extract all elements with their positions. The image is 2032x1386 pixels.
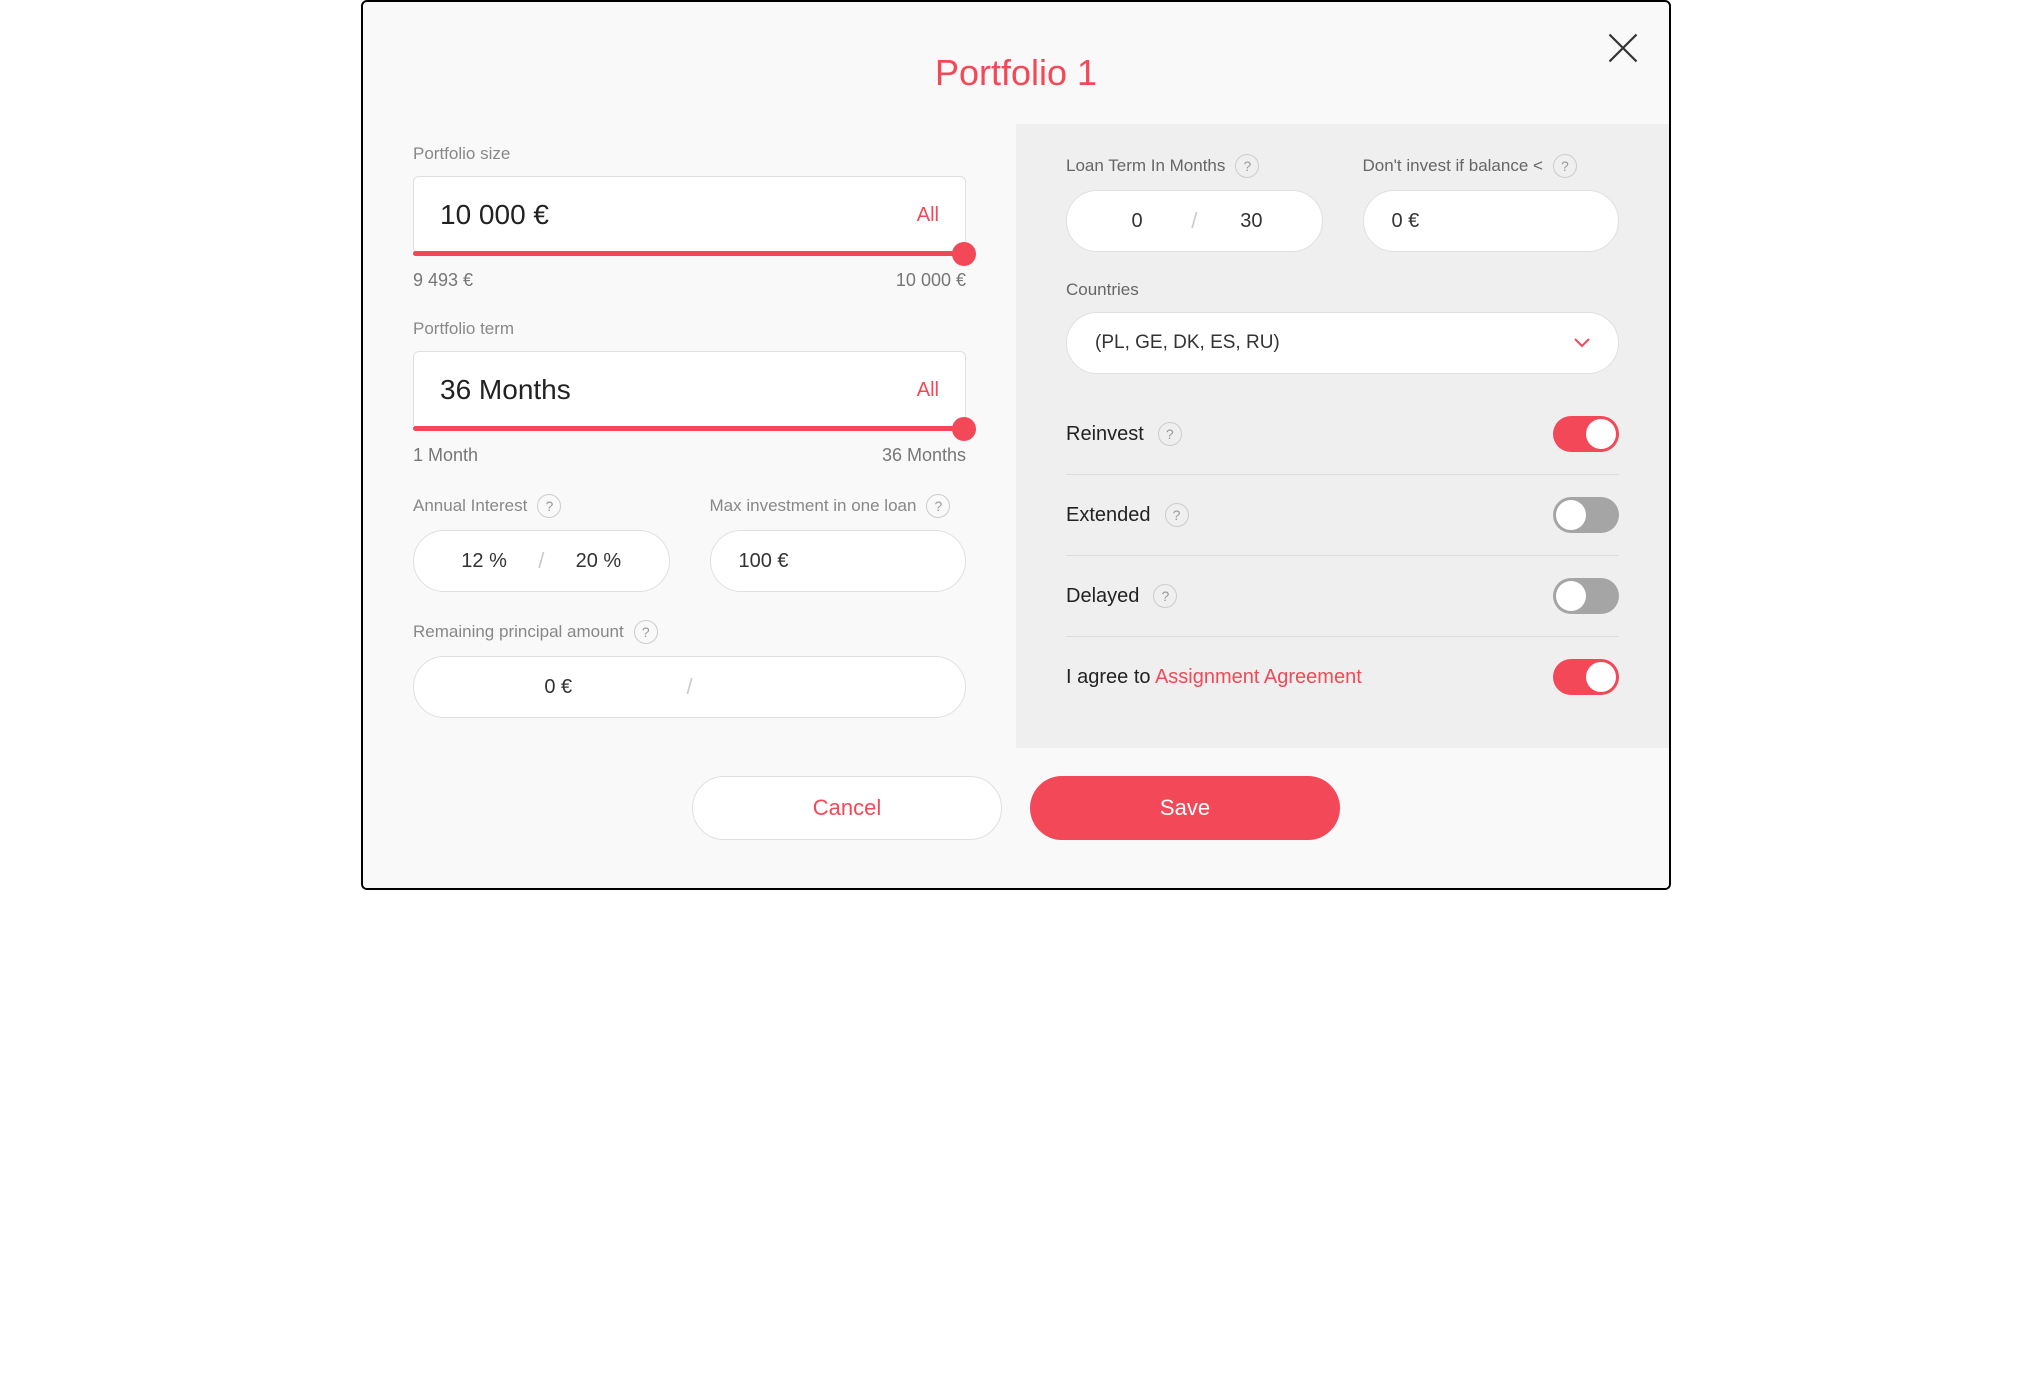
portfolio-modal: Portfolio 1 Portfolio size 10 000 € All … <box>361 0 1671 890</box>
delayed-label-text: Delayed <box>1066 585 1139 608</box>
portfolio-term-slider-thumb[interactable] <box>952 417 976 441</box>
remaining-principal-min[interactable]: 0 € <box>434 676 682 699</box>
portfolio-size-value: 10 000 € <box>440 199 549 231</box>
loan-term-help-icon[interactable]: ? <box>1235 154 1259 178</box>
modal-footer: Cancel Save <box>363 748 1669 888</box>
modal-title: Portfolio 1 <box>363 2 1669 124</box>
loan-term-max[interactable]: 30 <box>1201 210 1301 233</box>
remaining-principal-label-text: Remaining principal amount <box>413 622 624 642</box>
close-icon <box>1605 30 1641 66</box>
max-investment-input[interactable]: 100 € <box>710 530 967 592</box>
agreement-text: I agree to Assignment Agreement <box>1066 666 1362 689</box>
delayed-help-icon[interactable]: ? <box>1153 584 1177 608</box>
portfolio-term-value: 36 Months <box>440 374 571 406</box>
loan-term-section: Loan Term In Months ? 0 / 30 <box>1066 154 1323 252</box>
countries-dropdown[interactable]: (PL, GE, DK, ES, RU) <box>1066 312 1619 374</box>
remaining-principal-section: Remaining principal amount ? 0 € / <box>413 620 966 718</box>
extended-toggle[interactable] <box>1553 497 1619 533</box>
countries-section: Countries (PL, GE, DK, ES, RU) <box>1066 280 1619 374</box>
cancel-button[interactable]: Cancel <box>692 776 1002 840</box>
max-investment-value: 100 € <box>739 550 789 573</box>
chevron-down-icon <box>1574 332 1590 354</box>
remaining-principal-help-icon[interactable]: ? <box>634 620 658 644</box>
range-separator: / <box>1187 208 1201 234</box>
portfolio-term-max: 36 Months <box>882 445 966 466</box>
portfolio-size-slider[interactable] <box>413 251 966 256</box>
delayed-row: Delayed ? <box>1066 556 1619 637</box>
remaining-principal-label: Remaining principal amount ? <box>413 620 966 644</box>
loan-term-label-text: Loan Term In Months <box>1066 156 1225 176</box>
reinvest-label: Reinvest ? <box>1066 422 1182 446</box>
right-column: Loan Term In Months ? 0 / 30 Don't inves… <box>1016 124 1669 748</box>
annual-interest-input[interactable]: 12 % / 20 % <box>413 530 670 592</box>
portfolio-term-slider[interactable] <box>413 426 966 431</box>
extended-row: Extended ? <box>1066 475 1619 556</box>
agreement-toggle[interactable] <box>1553 659 1619 695</box>
toggles-section: Reinvest ? Extended ? Delayed ? <box>1066 394 1619 717</box>
portfolio-size-section: Portfolio size 10 000 € All 9 493 € 10 0… <box>413 144 966 291</box>
agreement-row: I agree to Assignment Agreement <box>1066 637 1619 717</box>
portfolio-size-all[interactable]: All <box>917 204 939 227</box>
countries-label: Countries <box>1066 280 1619 300</box>
max-investment-label: Max investment in one loan ? <box>710 494 967 518</box>
portfolio-size-min: 9 493 € <box>413 270 473 291</box>
portfolio-term-box: 36 Months All <box>413 351 966 429</box>
annual-interest-section: Annual Interest ? 12 % / 20 % <box>413 494 670 592</box>
reinvest-row: Reinvest ? <box>1066 394 1619 475</box>
portfolio-term-label: Portfolio term <box>413 319 966 339</box>
portfolio-term-all[interactable]: All <box>917 379 939 402</box>
toggle-knob <box>1586 419 1616 449</box>
portfolio-size-box: 10 000 € All <box>413 176 966 254</box>
range-separator: / <box>682 674 696 700</box>
range-separator: / <box>534 548 548 574</box>
annual-interest-help-icon[interactable]: ? <box>537 494 561 518</box>
loan-term-input[interactable]: 0 / 30 <box>1066 190 1323 252</box>
max-investment-help-icon[interactable]: ? <box>926 494 950 518</box>
max-investment-section: Max investment in one loan ? 100 € <box>710 494 967 592</box>
toggle-knob <box>1586 662 1616 692</box>
dont-invest-section: Don't invest if balance < ? 0 € <box>1363 154 1620 252</box>
reinvest-help-icon[interactable]: ? <box>1158 422 1182 446</box>
annual-interest-label-text: Annual Interest <box>413 496 527 516</box>
annual-interest-max[interactable]: 20 % <box>548 550 648 573</box>
dont-invest-help-icon[interactable]: ? <box>1553 154 1577 178</box>
delayed-label: Delayed ? <box>1066 584 1177 608</box>
dont-invest-label: Don't invest if balance < ? <box>1363 154 1620 178</box>
portfolio-size-max: 10 000 € <box>896 270 966 291</box>
extended-help-icon[interactable]: ? <box>1165 503 1189 527</box>
loan-term-label: Loan Term In Months ? <box>1066 154 1323 178</box>
left-column: Portfolio size 10 000 € All 9 493 € 10 0… <box>363 124 1016 748</box>
close-button[interactable] <box>1605 30 1641 66</box>
dont-invest-label-text: Don't invest if balance < <box>1363 156 1543 176</box>
save-button[interactable]: Save <box>1030 776 1340 840</box>
agreement-link[interactable]: Assignment Agreement <box>1155 666 1362 688</box>
dont-invest-input[interactable]: 0 € <box>1363 190 1620 252</box>
annual-interest-min[interactable]: 12 % <box>434 550 534 573</box>
toggle-knob <box>1556 581 1586 611</box>
loan-term-min[interactable]: 0 <box>1087 210 1187 233</box>
dont-invest-value: 0 € <box>1392 210 1420 233</box>
modal-content: Portfolio size 10 000 € All 9 493 € 10 0… <box>363 124 1669 748</box>
extended-label-text: Extended <box>1066 504 1151 527</box>
portfolio-size-range: 9 493 € 10 000 € <box>413 270 966 291</box>
toggle-knob <box>1556 500 1586 530</box>
portfolio-size-slider-thumb[interactable] <box>952 242 976 266</box>
agreement-prefix: I agree to <box>1066 666 1155 688</box>
reinvest-label-text: Reinvest <box>1066 423 1144 446</box>
remaining-principal-input[interactable]: 0 € / <box>413 656 966 718</box>
extended-label: Extended ? <box>1066 503 1189 527</box>
delayed-toggle[interactable] <box>1553 578 1619 614</box>
portfolio-term-section: Portfolio term 36 Months All 1 Month 36 … <box>413 319 966 466</box>
interest-maxinvest-row: Annual Interest ? 12 % / 20 % Max invest… <box>413 494 966 592</box>
annual-interest-label: Annual Interest ? <box>413 494 670 518</box>
max-investment-label-text: Max investment in one loan <box>710 496 917 516</box>
portfolio-size-label: Portfolio size <box>413 144 966 164</box>
portfolio-term-min: 1 Month <box>413 445 478 466</box>
loanterm-balance-row: Loan Term In Months ? 0 / 30 Don't inves… <box>1066 154 1619 252</box>
reinvest-toggle[interactable] <box>1553 416 1619 452</box>
portfolio-term-range: 1 Month 36 Months <box>413 445 966 466</box>
countries-value: (PL, GE, DK, ES, RU) <box>1095 332 1280 354</box>
